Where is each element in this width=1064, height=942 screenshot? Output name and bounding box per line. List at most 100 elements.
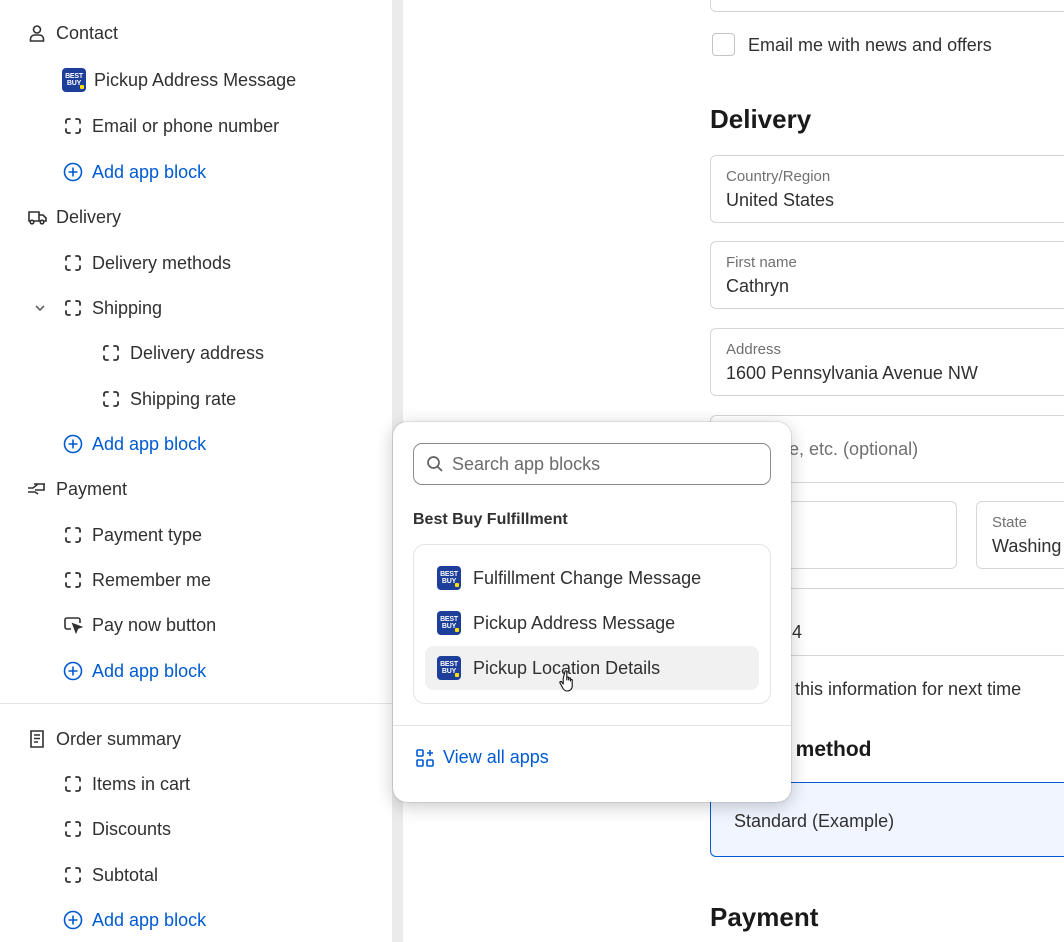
sidebar: Contact BEST BUY Pickup Address Message E… — [0, 0, 392, 942]
block-frame-icon — [62, 297, 84, 319]
button-click-icon — [62, 614, 84, 636]
app-block-label: Fulfillment Change Message — [473, 567, 702, 588]
block-discounts[interactable]: Discounts — [62, 814, 171, 844]
field-label: Address — [726, 341, 782, 358]
payment-heading: Payment — [710, 902, 819, 932]
view-all-apps-label: View all apps — [443, 747, 549, 767]
app-block-pickup-location-details[interactable]: BEST BUY Pickup Location Details — [425, 646, 759, 690]
block-subtotal[interactable]: Subtotal — [62, 860, 158, 890]
block-label: Payment type — [92, 524, 203, 545]
block-frame-icon — [62, 115, 84, 137]
section-delivery[interactable]: Delivery — [26, 202, 121, 232]
block-shipping-rate[interactable]: Shipping rate — [100, 384, 236, 414]
add-block-label: Add app block — [92, 161, 207, 182]
app-block-label: Pickup Address Message — [473, 612, 676, 633]
search-app-blocks-input[interactable]: Search app blocks — [413, 443, 771, 485]
country-select[interactable]: Country/Region United States — [710, 155, 1064, 223]
shipping-method-heading: g method — [777, 738, 872, 761]
receipt-icon — [26, 728, 48, 750]
cash-hand-icon — [26, 478, 48, 500]
add-app-block-contact[interactable]: Add app block — [62, 157, 206, 187]
field-value: Cathryn — [726, 276, 790, 296]
app-block-popover: Search app blocks Best Buy Fulfillment B… — [393, 422, 791, 802]
first-name-field[interactable]: First name Cathryn — [710, 241, 1064, 309]
field-value: United States — [726, 190, 835, 210]
block-pay-now-button[interactable]: Pay now button — [62, 610, 216, 640]
section-order-summary[interactable]: Order summary — [26, 724, 181, 754]
block-delivery-address[interactable]: Delivery address — [100, 338, 264, 368]
field-value: Washing — [992, 536, 1062, 556]
block-delivery-methods[interactable]: Delivery methods — [62, 248, 231, 278]
block-shipping[interactable]: Shipping — [32, 293, 162, 323]
email-opt-in-label: Email me with news and offers — [748, 35, 992, 55]
truck-icon — [26, 206, 48, 228]
add-app-block-payment[interactable]: Add app block — [62, 656, 206, 686]
search-placeholder: Search app blocks — [452, 453, 601, 474]
block-label: Email or phone number — [92, 115, 280, 136]
best-buy-logo-icon: BEST BUY — [62, 68, 86, 92]
block-payment-type[interactable]: Payment type — [62, 520, 202, 550]
add-block-label: Add app block — [92, 433, 207, 454]
search-icon — [426, 455, 444, 473]
hand-cursor-icon — [558, 669, 580, 698]
apps-grid-icon — [415, 748, 435, 768]
block-label: Discounts — [92, 818, 172, 839]
block-items-in-cart[interactable]: Items in cart — [62, 769, 190, 799]
block-label: Shipping — [92, 297, 163, 318]
best-buy-logo-icon: BEST BUY — [437, 566, 461, 590]
app-block-list: BEST BUY Fulfillment Change Message BEST B… — [413, 544, 771, 704]
field-label: Country/Region — [726, 168, 831, 185]
plus-circle-icon — [62, 433, 84, 455]
app-block-pickup-address-message[interactable]: BEST BUY Pickup Address Message — [425, 601, 759, 645]
add-app-block-order-summary[interactable]: Add app block — [62, 905, 206, 935]
field-label: State — [992, 514, 1028, 531]
block-label: Delivery methods — [92, 252, 232, 273]
person-icon — [26, 22, 48, 44]
plus-circle-icon — [62, 909, 84, 931]
block-label: Items in cart — [92, 773, 191, 794]
block-label: Shipping rate — [130, 388, 237, 409]
block-remember-me[interactable]: Remember me — [62, 565, 211, 595]
view-all-apps-link[interactable]: View all apps — [415, 747, 549, 768]
block-frame-icon — [100, 342, 122, 364]
block-label: Pay now button — [92, 614, 217, 635]
save-info-label: this information for next time — [795, 679, 1022, 699]
block-frame-icon — [62, 864, 84, 886]
plus-circle-icon — [62, 161, 84, 183]
block-frame-icon — [62, 252, 84, 274]
section-contact[interactable]: Contact — [26, 18, 118, 48]
block-label: Subtotal — [92, 864, 159, 885]
add-block-label: Add app block — [92, 660, 207, 681]
section-label: Order summary — [56, 728, 182, 749]
block-pickup-address-message[interactable]: BEST BUY Pickup Address Message — [62, 65, 296, 95]
block-label: Remember me — [92, 569, 212, 590]
section-payment[interactable]: Payment — [26, 474, 127, 504]
block-label: Pickup Address Message — [94, 69, 297, 90]
divider — [0, 703, 392, 704]
best-buy-logo-icon: BEST BUY — [437, 611, 461, 635]
block-frame-icon — [100, 388, 122, 410]
field-value: 1600 Pennsylvania Avenue NW — [726, 363, 978, 383]
section-label: Contact — [56, 22, 119, 43]
app-block-fulfillment-change-message[interactable]: BEST BUY Fulfillment Change Message — [425, 556, 759, 600]
delivery-heading: Delivery — [710, 104, 812, 134]
field-label: First name — [726, 254, 797, 271]
block-frame-icon — [62, 773, 84, 795]
add-block-label: Add app block — [92, 909, 207, 930]
app-section-title: Best Buy Fulfillment — [413, 511, 568, 528]
divider — [393, 725, 791, 726]
section-label: Payment — [56, 478, 128, 499]
state-select[interactable]: State Washing — [976, 501, 1064, 569]
block-label: Delivery address — [130, 342, 265, 363]
email-opt-in-checkbox[interactable] — [712, 33, 735, 56]
best-buy-logo-icon: BEST BUY — [437, 656, 461, 680]
add-app-block-delivery[interactable]: Add app block — [62, 429, 206, 459]
shipping-option-label: Standard (Example) — [734, 811, 895, 831]
block-frame-icon — [62, 524, 84, 546]
section-label: Delivery — [56, 206, 122, 227]
email-field[interactable] — [710, 0, 1064, 12]
block-email-or-phone[interactable]: Email or phone number — [62, 111, 279, 141]
chevron-down-icon[interactable] — [32, 297, 48, 319]
block-frame-icon — [62, 569, 84, 591]
address-field[interactable]: Address 1600 Pennsylvania Avenue NW — [710, 328, 1064, 396]
